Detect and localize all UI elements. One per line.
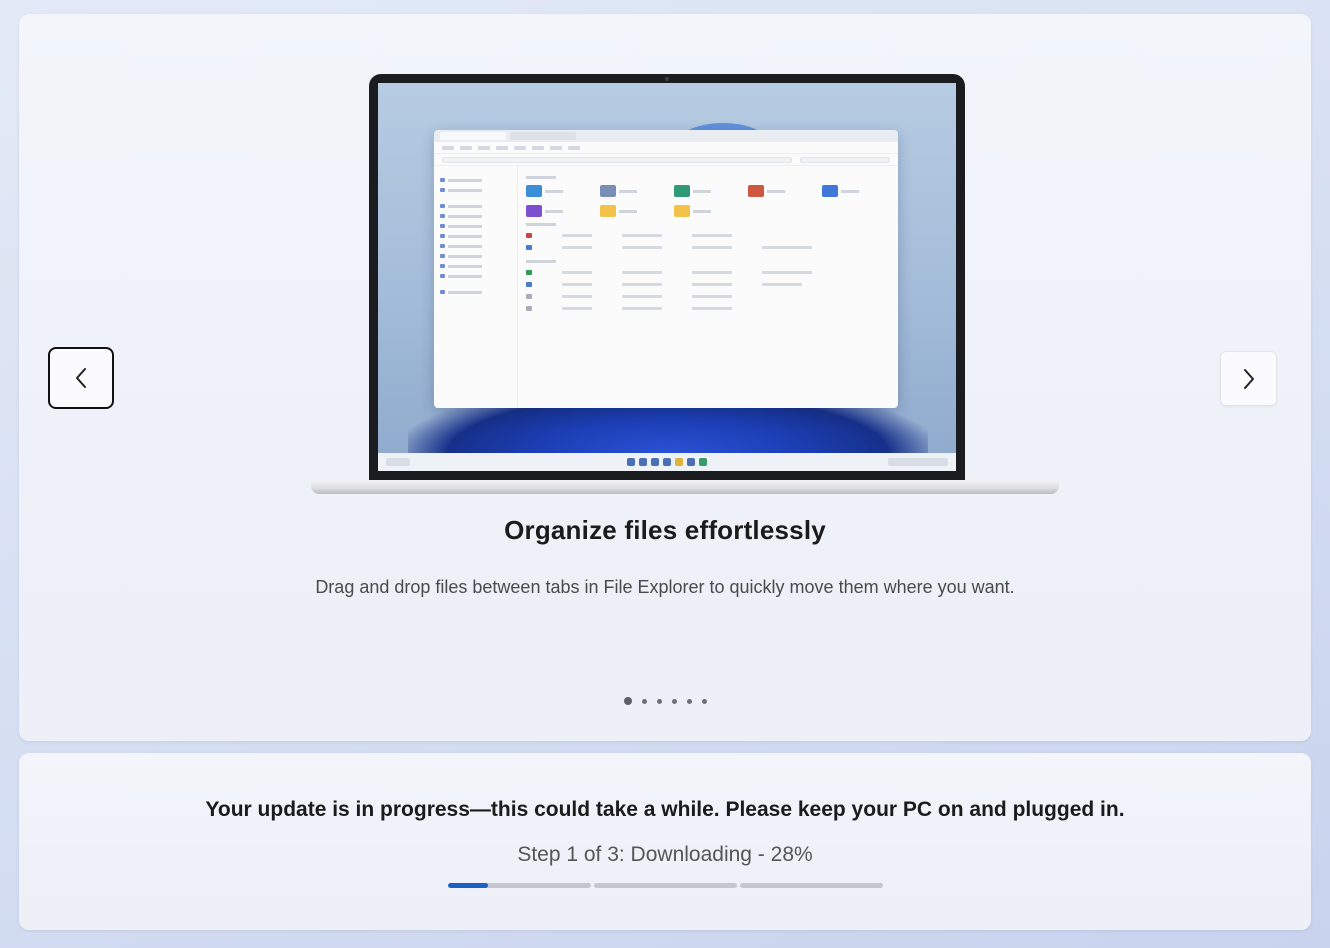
- chevron-left-icon: [76, 368, 86, 388]
- pager-dot[interactable]: [623, 697, 632, 705]
- progress-fill: [448, 883, 489, 888]
- pager-dot[interactable]: [641, 698, 647, 704]
- laptop-screen: [378, 83, 956, 471]
- explorer-content: [518, 166, 898, 408]
- step-status: Step 1 of 3: Downloading - 28%: [517, 843, 813, 866]
- pager-dot[interactable]: [701, 698, 707, 704]
- laptop-base: [311, 480, 1059, 494]
- progress-segment: [740, 883, 883, 888]
- slide-title: Organize files effortlessly: [504, 515, 826, 545]
- file-explorer-window: [434, 130, 898, 408]
- progress-segment: [594, 883, 737, 888]
- chevron-right-icon: [1243, 368, 1254, 389]
- progress-segment: [448, 883, 591, 888]
- laptop-illustration: [291, 74, 1059, 496]
- pager-dot[interactable]: [671, 698, 677, 704]
- slide-pager: [0, 697, 1330, 705]
- taskbar: [378, 453, 956, 471]
- explorer-sidebar: [434, 166, 518, 408]
- update-progress-bar: [448, 883, 883, 888]
- laptop-lid: [369, 74, 965, 480]
- update-message: Your update is in progress—this could ta…: [205, 798, 1125, 821]
- previous-slide-button[interactable]: [48, 347, 114, 409]
- camera-dot: [665, 77, 669, 81]
- update-status-card: [19, 753, 1311, 930]
- pager-dot[interactable]: [656, 698, 662, 704]
- slide-description: Drag and drop files between tabs in File…: [315, 577, 1015, 597]
- pager-dot[interactable]: [686, 698, 692, 704]
- next-slide-button[interactable]: [1220, 351, 1277, 406]
- slideshow-card: [19, 14, 1311, 741]
